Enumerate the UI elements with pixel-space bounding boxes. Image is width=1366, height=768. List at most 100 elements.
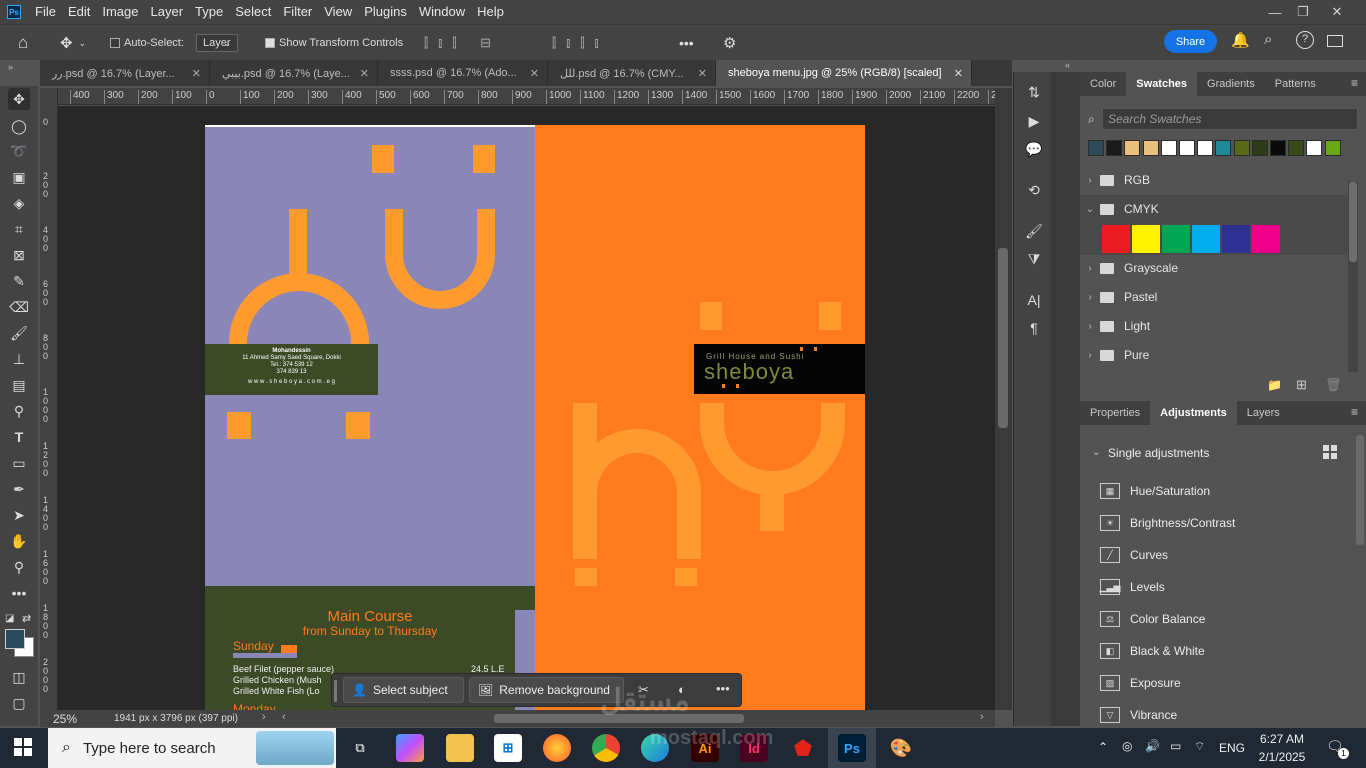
scroll-right-icon[interactable]: › <box>980 711 984 723</box>
acrobat-icon[interactable]: ⬟ <box>789 734 817 762</box>
cmyk-swatch[interactable] <box>1102 225 1130 253</box>
swatches-search-input[interactable]: Search Swatches <box>1102 108 1358 130</box>
cmyk-swatch[interactable] <box>1132 225 1160 253</box>
close-tab-icon[interactable]: ✕ <box>530 67 539 80</box>
zoom-level[interactable]: 25% <box>53 712 77 726</box>
more-tools-icon[interactable]: ••• <box>8 582 30 604</box>
photoshop-taskbar-icon[interactable]: Ps <box>838 734 866 762</box>
menu-type[interactable]: Type <box>189 0 229 24</box>
close-tab-icon[interactable]: ✕ <box>360 67 369 80</box>
adjustment-item[interactable]: ▽ Vibrance <box>1100 703 1177 727</box>
swatch[interactable] <box>1106 140 1123 156</box>
history-icon[interactable]: ⟲ <box>1024 180 1044 200</box>
move-tool-icon[interactable]: ✥ <box>8 88 30 110</box>
tab-layers[interactable]: Layers <box>1237 401 1290 425</box>
canvas-area[interactable]: Mohandessin 11 Ahmed Samy Saed Square, D… <box>58 106 995 710</box>
play-actions-icon[interactable]: ▶ <box>1024 111 1044 131</box>
auto-select-checkbox[interactable]: Auto-Select: <box>110 25 184 61</box>
cmyk-swatch[interactable] <box>1192 225 1220 253</box>
wifi-icon[interactable]: ⌔ <box>1194 739 1205 754</box>
paint-bucket-tool-icon[interactable]: ◈ <box>8 192 30 214</box>
collapse-panel-icon[interactable]: » <box>8 62 13 72</box>
show-transform-checkbox[interactable]: Show Transform Controls <box>265 25 403 61</box>
comments-icon[interactable]: 💬 <box>1024 139 1044 159</box>
cmyk-swatch[interactable] <box>1222 225 1250 253</box>
close-icon[interactable]: ✕ <box>1322 0 1352 24</box>
swatch-group-rgb[interactable]: › RGB <box>1080 166 1348 194</box>
swatches-scrollbar[interactable] <box>1348 182 1358 372</box>
tab-doc-4[interactable]: للل.psd @ 16.7% (CMY... ✕ <box>548 60 716 86</box>
swatch[interactable] <box>1270 140 1286 156</box>
minimize-icon[interactable]: — <box>1260 0 1290 24</box>
firefox-icon[interactable] <box>543 734 571 762</box>
copilot-icon[interactable] <box>396 734 424 762</box>
windows-start-icon[interactable] <box>14 738 32 756</box>
screen-mode-icon[interactable]: ▢ <box>8 692 30 714</box>
eraser-tool-icon[interactable]: ⌫ <box>8 296 30 318</box>
tab-doc-1[interactable]: رر.psd @ 16.7% (Layer... ✕ <box>40 60 210 86</box>
hand-tool-icon[interactable]: ✋ <box>8 530 30 552</box>
type-tool-icon[interactable]: T <box>8 426 30 448</box>
more-options-icon[interactable]: ••• <box>679 25 694 61</box>
scrollbar-thumb[interactable] <box>998 248 1008 428</box>
menu-help[interactable]: Help <box>471 0 510 24</box>
menu-view[interactable]: View <box>318 0 358 24</box>
workspace-icon[interactable] <box>1327 35 1343 47</box>
new-swatch-icon[interactable]: ⊞ <box>1296 377 1307 393</box>
menu-filter[interactable]: Filter <box>277 0 318 24</box>
align-icons[interactable]: ⫿⫾⫿ ⊟ <box>424 25 501 61</box>
eyedropper-tool-icon[interactable]: ✎ <box>8 270 30 292</box>
tray-chevron-icon[interactable]: ⌃ <box>1098 740 1108 754</box>
clock-date[interactable]: 2/1/2025 <box>1258 750 1306 764</box>
restore-icon[interactable]: ❐ <box>1288 0 1318 24</box>
history-brush-icon[interactable]: ⇅ <box>1024 82 1044 102</box>
menu-edit[interactable]: Edit <box>62 0 96 24</box>
distribute-icons[interactable]: ⫿⫾⫿⫾ <box>552 25 609 61</box>
tab-adjustments[interactable]: Adjustments <box>1150 401 1237 425</box>
swatch[interactable] <box>1306 140 1323 156</box>
tab-doc-active[interactable]: sheboya menu.jpg @ 25% (RGB/8) [scaled] ✕ <box>716 60 972 86</box>
adjustment-item[interactable]: ⚖ Color Balance <box>1100 607 1205 631</box>
close-tab-icon[interactable]: ✕ <box>954 67 963 80</box>
tab-doc-3[interactable]: ssss.psd @ 16.7% (Ado... ✕ <box>378 60 548 86</box>
tab-properties[interactable]: Properties <box>1080 401 1150 425</box>
foreground-color-swatch[interactable] <box>5 629 25 649</box>
gradient-tool-icon[interactable]: ▤ <box>8 374 30 396</box>
swatch-group-pastel[interactable]: › Pastel <box>1080 283 1348 311</box>
swatch[interactable] <box>1215 140 1232 156</box>
swatch[interactable] <box>1251 140 1268 156</box>
search-icon[interactable]: ⌕ <box>1264 31 1272 48</box>
select-subject-button[interactable]: 👤 Select subject <box>343 677 464 703</box>
vertical-scrollbar[interactable] <box>995 88 1012 710</box>
taskbar-search-box[interactable]: ⌕ Type here to search <box>48 728 336 768</box>
swatch[interactable] <box>1124 140 1141 156</box>
chevron-right-icon[interactable]: › <box>1080 350 1100 361</box>
adjustment-sliders-icon[interactable]: ⧩ <box>1024 249 1044 269</box>
trash-icon[interactable]: 🗑 <box>1325 377 1342 393</box>
paragraph-icon[interactable]: ¶ <box>1024 318 1044 338</box>
swatch[interactable] <box>1142 140 1159 156</box>
home-icon[interactable]: ⌂ <box>18 25 28 61</box>
new-group-icon[interactable]: 📁 <box>1267 378 1282 392</box>
object-select-tool-icon[interactable]: ▣ <box>8 166 30 188</box>
adjustment-item[interactable]: ▦ Hue/Saturation <box>1100 479 1210 503</box>
language-indicator[interactable]: ENG <box>1219 741 1245 755</box>
stamp-tool-icon[interactable]: ⊥ <box>8 348 30 370</box>
pen-tool-icon[interactable]: ✒ <box>8 478 30 500</box>
single-adjustments-header[interactable]: Single adjustments <box>1108 446 1209 460</box>
lasso-tool-icon[interactable]: ➰ <box>8 140 30 162</box>
character-icon[interactable]: A| <box>1024 290 1044 310</box>
chevron-right-icon[interactable]: › <box>1080 321 1100 332</box>
clock-time[interactable]: 6:27 AM <box>1258 732 1306 746</box>
tab-swatches[interactable]: Swatches <box>1126 72 1198 96</box>
marquee-tool-icon[interactable]: ◯ <box>8 115 30 137</box>
microsoft-store-icon[interactable]: ⊞ <box>494 734 522 762</box>
swatch-group-grayscale[interactable]: › Grayscale <box>1080 254 1348 282</box>
swatch[interactable] <box>1197 140 1214 156</box>
adjustment-item[interactable]: ╱ Curves <box>1100 543 1168 567</box>
menu-window[interactable]: Window <box>413 0 471 24</box>
volume-icon[interactable]: 🔊 <box>1145 739 1160 753</box>
chrome-icon[interactable] <box>592 734 620 762</box>
tab-patterns[interactable]: Patterns <box>1265 72 1326 96</box>
collapse-dock-icon[interactable]: « <box>1065 60 1070 70</box>
